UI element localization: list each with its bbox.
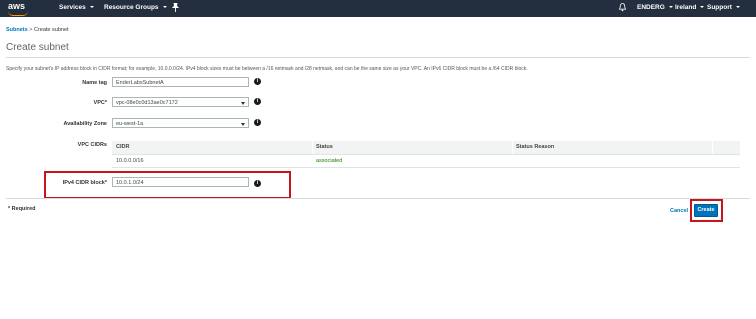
chevron-down-icon [241, 122, 245, 126]
account-menu[interactable]: ENDERG [637, 4, 673, 11]
title-divider [6, 57, 750, 58]
resource-groups-menu[interactable]: Resource Groups [104, 4, 167, 11]
table-header: CIDR Status Status Reason [112, 141, 740, 155]
availability-zone-select[interactable]: eu-west-1a [112, 118, 249, 128]
vpc-select-value: vpc-08e0c0d13ae0c7172 [116, 100, 178, 106]
resource-groups-menu-label: Resource Groups [104, 4, 159, 11]
info-icon[interactable]: i [254, 98, 261, 105]
support-menu[interactable]: Support [707, 4, 740, 11]
column-header-status-reason: Status Reason [516, 144, 555, 150]
create-button-highlight-box [690, 199, 723, 222]
vpc-cidrs-table: CIDR Status Status Reason 10.0.0.0/16 as… [112, 141, 740, 168]
services-menu[interactable]: Services [59, 4, 94, 11]
info-icon[interactable]: i [254, 119, 261, 126]
vpc-select[interactable]: vpc-08e0c0d13ae0c7172 [112, 97, 249, 107]
breadcrumb-separator: > [29, 27, 33, 33]
table-cell-status: associated [316, 158, 343, 164]
table-row-divider [112, 167, 740, 168]
page-description: Specify your subnet's IP address block i… [6, 66, 528, 72]
region-menu[interactable]: Ireland [675, 4, 705, 11]
name-tag-input[interactable]: EnderLabsSubnetA [112, 77, 249, 87]
region-menu-label: Ireland [675, 4, 697, 11]
required-note: * Required [8, 206, 36, 212]
support-menu-label: Support [707, 4, 732, 11]
chevron-down-icon [735, 6, 740, 9]
page-title: Create subnet [6, 42, 69, 53]
cancel-link[interactable]: Cancel [670, 208, 688, 214]
table-cell-cidr: 10.0.0.0/16 [116, 158, 144, 164]
ipv4-cidr-highlight-box [44, 171, 291, 199]
bell-icon[interactable] [619, 3, 626, 12]
breadcrumb-subnets-link[interactable]: Subnets [6, 27, 28, 33]
account-menu-label: ENDERG [637, 4, 665, 11]
info-icon[interactable]: i [254, 78, 261, 85]
column-header-cidr: CIDR [116, 144, 130, 150]
availability-zone-select-value: eu-west-1a [116, 121, 144, 127]
chevron-down-icon [89, 6, 94, 9]
breadcrumb: Subnets > Create subnet [6, 27, 69, 33]
vpc-cidrs-label: VPC CIDRs [77, 142, 107, 148]
aws-smile-icon [8, 11, 28, 16]
column-divider [312, 141, 313, 154]
name-tag-label: Name tag [82, 80, 107, 86]
column-divider [512, 141, 513, 154]
aws-logo[interactable]: aws [6, 1, 32, 16]
column-divider [712, 141, 713, 154]
form-divider [6, 198, 750, 199]
top-nav-bar: aws Services Resource Groups ENDERG Irel… [0, 0, 756, 17]
chevron-down-icon [162, 6, 167, 9]
services-menu-label: Services [59, 4, 86, 11]
column-header-status: Status [316, 144, 333, 150]
chevron-down-icon [241, 101, 245, 105]
chevron-down-icon [700, 6, 705, 9]
pin-icon[interactable] [171, 2, 180, 14]
aws-logo-text: aws [8, 1, 26, 11]
vpc-label: VPC* [93, 100, 107, 106]
breadcrumb-current: Create subnet [33, 27, 69, 33]
availability-zone-label: Availability Zone [63, 121, 107, 127]
chevron-down-icon [668, 6, 673, 9]
